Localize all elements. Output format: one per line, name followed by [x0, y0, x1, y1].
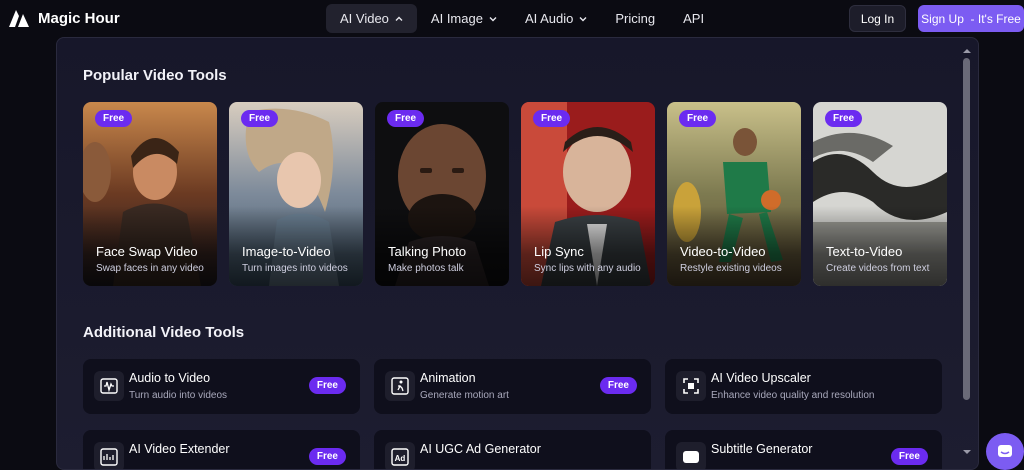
free-badge: Free	[387, 110, 425, 127]
free-badge: Free	[241, 110, 279, 127]
popular-tools-heading: Popular Video Tools	[83, 67, 227, 84]
chat-launcher-button[interactable]	[986, 433, 1024, 470]
tool-item-name: Animation	[420, 371, 476, 385]
nav-item-label: API	[683, 11, 705, 26]
tool-title: Image-to-Video	[242, 244, 331, 259]
tool-item-audio-to-video[interactable]: Audio to Video Turn audio into videos Fr…	[83, 359, 360, 414]
top-nav: Magic Hour AI Video AI Image AI Audio Pr…	[0, 0, 1024, 37]
nav-item-ai-image[interactable]: AI Image	[417, 4, 511, 33]
brand-logo[interactable]: Magic Hour	[8, 8, 120, 28]
tool-title: Video-to-Video	[680, 244, 766, 259]
tool-card-text-to-video[interactable]: Free Text-to-Video Create videos from te…	[813, 102, 947, 286]
chevron-down-icon	[489, 16, 497, 21]
tool-title: Lip Sync	[534, 244, 584, 259]
nav-item-api[interactable]: API	[669, 4, 718, 33]
chat-icon	[998, 444, 1012, 457]
nav-item-label: AI Image	[430, 11, 483, 26]
tool-item-animation[interactable]: Animation Generate motion art Free	[374, 359, 651, 414]
free-badge: Free	[825, 110, 863, 127]
nav-item-label: AI Video	[340, 11, 389, 26]
free-badge: Free	[308, 448, 346, 465]
tool-title: Talking Photo	[388, 244, 467, 259]
tool-card-video-to-video[interactable]: Free Video-to-Video Restyle existing vid…	[667, 102, 801, 286]
main-menu: AI Video AI Image AI Audio Pricing API	[326, 4, 718, 33]
tool-item-name: Audio to Video	[129, 371, 211, 385]
tool-item-name: AI UGC Ad Generator	[420, 442, 541, 456]
waveform-icon	[94, 371, 124, 401]
tool-subtitle: Make photos talk	[388, 263, 464, 274]
nav-item-label: Pricing	[615, 11, 656, 26]
free-badge: Free	[308, 377, 346, 394]
nav-item-ai-video[interactable]: AI Video	[326, 4, 417, 33]
nav-item-pricing[interactable]: Pricing	[601, 4, 669, 33]
tool-item-desc: Enhance video quality and resolution	[711, 390, 875, 401]
free-badge: Free	[533, 110, 571, 127]
tool-title: Face Swap Video	[96, 244, 198, 259]
expand-icon	[676, 371, 706, 401]
logo-icon	[9, 10, 29, 27]
tool-item-name: AI Video Upscaler	[711, 371, 811, 385]
tool-item-desc: Turn audio into videos	[129, 390, 228, 401]
scroll-up-arrow-icon[interactable]	[962, 47, 972, 55]
tool-card-image-to-video[interactable]: Free Image-to-Video Turn images into vid…	[229, 102, 363, 286]
video-extend-icon	[94, 442, 124, 469]
tool-subtitle: Turn images into videos	[242, 263, 348, 274]
login-button[interactable]: Log In	[849, 5, 906, 32]
brand-name: Magic Hour	[38, 9, 120, 27]
tool-item-name: AI Video Extender	[129, 442, 230, 456]
tool-item-subtitle-generator[interactable]: Subtitle Generator Free	[665, 430, 942, 469]
tool-subtitle: Restyle existing videos	[680, 263, 782, 274]
tool-item-ai-video-upscaler[interactable]: AI Video Upscaler Enhance video quality …	[665, 359, 942, 414]
scroll-down-arrow-icon[interactable]	[962, 448, 972, 456]
tool-card-talking-photo[interactable]: Free Talking Photo Make photos talk	[375, 102, 509, 286]
tool-card-face-swap[interactable]: Free Face Swap Video Swap faces in any v…	[83, 102, 217, 286]
free-badge: Free	[679, 110, 717, 127]
tool-title: Text-to-Video	[826, 244, 903, 259]
free-badge: Free	[95, 110, 133, 127]
tool-subtitle: Create videos from text	[826, 263, 930, 274]
ad-icon: Ad	[385, 442, 415, 469]
nav-item-ai-audio[interactable]: AI Audio	[511, 4, 601, 33]
ai-video-dropdown-panel: Popular Video Tools Free Face Swap Video…	[56, 37, 979, 470]
svg-text:Ad: Ad	[395, 454, 406, 463]
free-badge: Free	[599, 377, 637, 394]
tool-item-ai-ugc-ad-generator[interactable]: Ad AI UGC Ad Generator	[374, 430, 651, 469]
tool-subtitle: Swap faces in any video	[96, 263, 204, 274]
additional-tools-heading: Additional Video Tools	[83, 324, 245, 341]
chevron-down-icon	[579, 16, 587, 21]
scrollbar-thumb[interactable]	[963, 58, 970, 400]
tool-item-desc: Generate motion art	[420, 390, 509, 401]
tool-subtitle: Sync lips with any audio	[534, 263, 641, 274]
running-figure-icon	[385, 371, 415, 401]
tool-card-lip-sync[interactable]: Free Lip Sync Sync lips with any audio	[521, 102, 655, 286]
subtitle-icon	[676, 442, 706, 469]
signup-button[interactable]: Sign Up - It's Free	[918, 5, 1024, 32]
nav-item-label: AI Audio	[524, 11, 574, 26]
popular-tools-row: Free Face Swap Video Swap faces in any v…	[83, 102, 947, 286]
free-badge: Free	[890, 448, 928, 465]
tool-item-name: Subtitle Generator	[711, 442, 813, 456]
tool-item-ai-video-extender[interactable]: AI Video Extender Free	[83, 430, 360, 469]
chevron-up-icon	[395, 16, 403, 21]
